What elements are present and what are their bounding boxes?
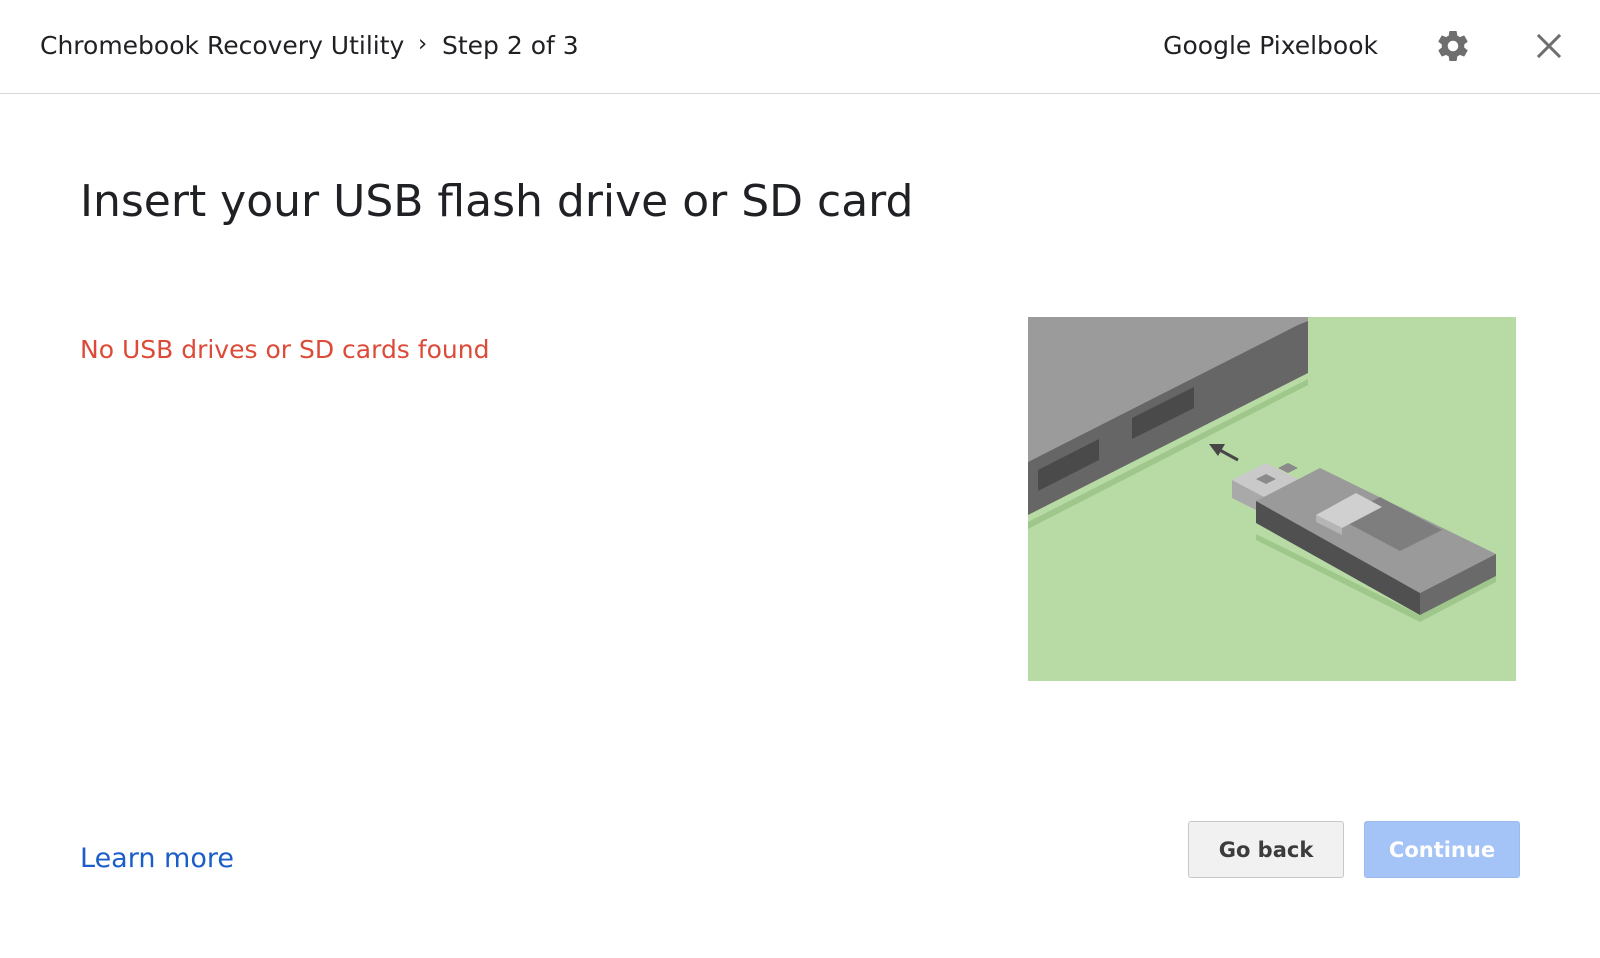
settings-button[interactable] [1435,28,1471,64]
continue-button[interactable]: Continue [1364,821,1520,878]
go-back-button[interactable]: Go back [1188,821,1344,878]
title-bar: Chromebook Recovery Utility › Step 2 of … [0,0,1600,94]
selected-device-name: Google Pixelbook [1163,31,1378,60]
laptop-usb-insert-illustration [1028,317,1516,681]
close-button[interactable] [1531,28,1567,64]
app-title: Chromebook Recovery Utility [40,31,405,60]
close-icon [1536,33,1562,59]
breadcrumb-separator: › [418,31,428,57]
page-heading: Insert your USB flash drive or SD card [80,176,914,227]
learn-more-link[interactable]: Learn more [80,843,234,874]
step-indicator: Step 2 of 3 [442,31,579,60]
gear-icon [1438,30,1468,61]
no-drives-status-message: No USB drives or SD cards found [80,335,490,364]
